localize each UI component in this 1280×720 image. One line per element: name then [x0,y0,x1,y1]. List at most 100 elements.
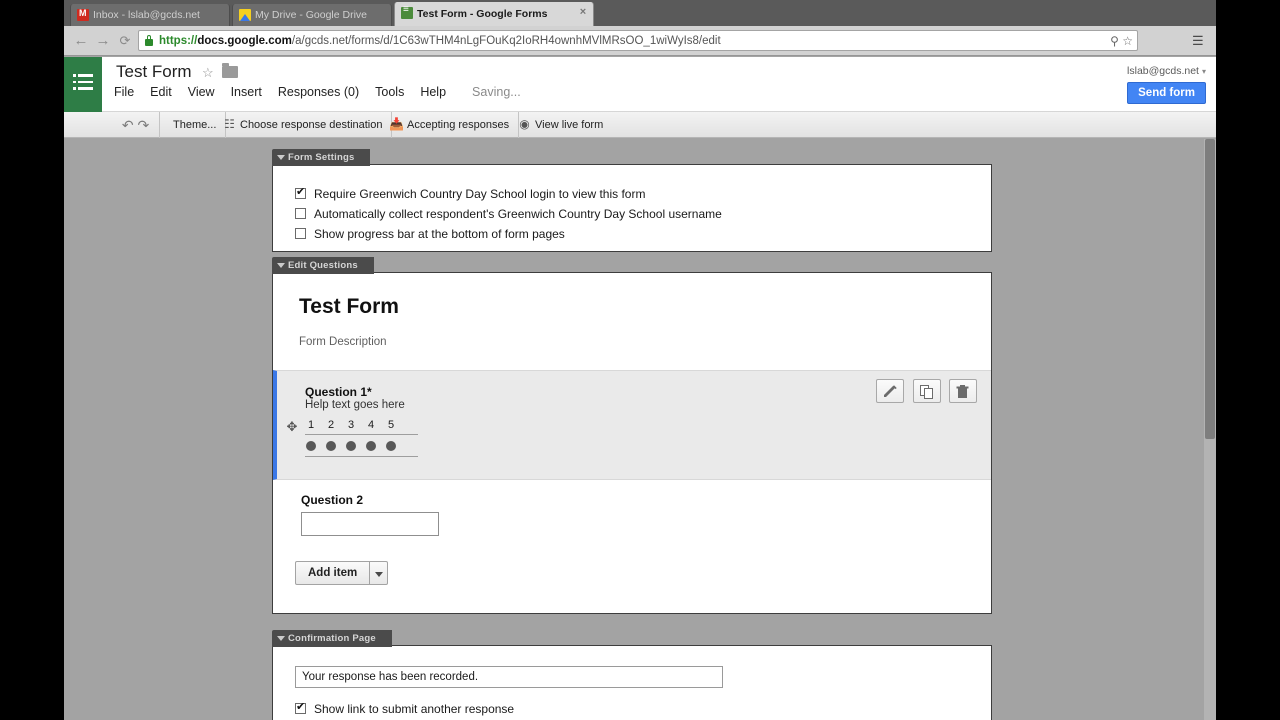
browser-tab-drive[interactable]: My Drive - Google Drive [232,4,392,26]
delete-question-button[interactable] [949,379,977,403]
form-header: Test Form Form Description [273,273,991,348]
choose-response-destination-label: Choose response destination [240,119,383,131]
question-item-1[interactable]: ✥ Question 1* Help text goes here 1 2 3 … [273,370,991,480]
checkbox-icon[interactable] [295,228,306,239]
question-item-2[interactable]: Question 2 [273,481,991,553]
browser-tab-inbox[interactable]: Inbox - lslab@gcds.net [70,4,230,26]
url-path: /a/gcds.net/forms/d/1C63wTHM4nLgFOuKq2Io… [291,35,721,47]
lock-icon [145,35,153,46]
menu-responses[interactable]: Responses (0) [278,85,359,99]
accepting-responses-button[interactable]: 📥 Accepting responses [383,112,520,138]
reload-icon[interactable]: ⟳ [116,32,134,50]
scale-label-5: 5 [387,419,395,431]
setting-label: Require Greenwich Country Day School log… [314,187,646,201]
drag-handle-icon[interactable]: ✥ [286,420,298,433]
radio-2[interactable] [326,441,336,451]
duplicate-question-button[interactable] [912,379,941,403]
question-2-title: Question 2 [301,493,364,507]
chevron-down-icon [277,636,285,641]
screen: Inbox - lslab@gcds.net My Drive - Google… [0,0,1280,720]
star-icon[interactable]: ☆ [1122,34,1133,48]
back-icon[interactable]: ← [72,32,90,50]
address-bar[interactable]: https://docs.google.com/a/gcds.net/forms… [138,30,1138,51]
add-item-group: Add item [295,561,389,585]
scale-label-3: 3 [347,419,355,431]
folder-icon[interactable] [222,63,238,78]
radio-4[interactable] [366,441,376,451]
confirmation-message-input[interactable]: Your response has been recorded. [295,666,723,688]
url-scheme: https:// [159,35,198,47]
duplicate-icon [919,385,933,399]
send-form-button[interactable]: Send form [1127,82,1206,104]
menu-view[interactable]: View [188,85,215,99]
menu-file[interactable]: File [114,85,134,99]
scale-labels: 1 2 3 4 5 [305,419,418,435]
menu-help[interactable]: Help [420,85,446,99]
setting-label: Automatically collect respondent's Green… [314,207,722,221]
account-email: lslab@gcds.net [1127,65,1199,77]
scale-label-2: 2 [327,419,335,431]
radio-5[interactable] [386,441,396,451]
radio-3[interactable] [346,441,356,451]
drive-icon [239,9,251,21]
eye-icon: ◉ [519,117,530,131]
forward-icon[interactable]: → [94,32,112,50]
url-host: docs.google.com [197,35,292,47]
browser-urlbar-row: ← → ⟳ https://docs.google.com/a/gcds.net… [64,26,1216,56]
scrollbar-thumb[interactable] [1205,139,1215,439]
forms-icon [401,4,413,19]
add-item-dropdown-arrow[interactable] [370,561,389,585]
question-2-text-input[interactable] [301,512,439,536]
browser-tab-label: Test Form - Google Forms [417,8,548,20]
browser-tab-label: My Drive - Google Drive [255,9,368,21]
search-icon[interactable]: ⚲ [1110,34,1119,48]
checkbox-checked-icon[interactable] [295,185,306,199]
browser-tabstrip: Inbox - lslab@gcds.net My Drive - Google… [64,0,1216,26]
chevron-down-icon: ▾ [1201,67,1206,76]
menu-insert[interactable]: Insert [231,85,262,99]
checkbox-icon[interactable] [295,208,306,219]
question-1-actions [872,379,977,403]
close-icon[interactable]: × [577,6,589,18]
menu-edit[interactable]: Edit [150,85,172,99]
address-bar-url: https://docs.google.com/a/gcds.net/forms… [159,31,721,52]
browser-tab-label: Inbox - lslab@gcds.net [93,9,200,21]
gmail-icon [77,7,89,21]
view-live-form-button[interactable]: ◉ View live form [511,112,612,138]
edit-question-button[interactable] [876,379,905,403]
checkbox-checked-icon[interactable] [295,700,306,714]
questions-panel: Edit Questions Test Form Form Descriptio… [272,257,992,614]
page-canvas: Form Settings Require Greenwich Country … [64,139,1216,720]
radio-1[interactable] [306,441,316,451]
account-menu[interactable]: lslab@gcds.net ▾ [1127,65,1206,77]
question-1-help-text: Help text goes here [305,399,405,411]
browser-tab-forms[interactable]: Test Form - Google Forms × [394,2,594,26]
accepting-responses-label: Accepting responses [407,119,510,131]
hamburger-menu-icon[interactable]: ☰ [1192,33,1206,49]
undo-redo-group: ↶ ↷ [112,112,160,138]
app-toolbar: ↶ ↷ Theme... ☷ Choose response destinati… [64,112,1216,138]
questions-panel-tab-label: Edit Questions [288,260,358,271]
page-scrollbar[interactable] [1204,139,1216,720]
choose-response-destination-button[interactable]: ☷ Choose response destination [216,112,393,138]
redo-icon[interactable]: ↷ [137,117,149,133]
undo-icon[interactable]: ↶ [122,117,134,133]
trash-icon [956,385,969,398]
menu-tools[interactable]: Tools [375,85,404,99]
star-icon[interactable]: ☆ [202,65,214,81]
page-title[interactable]: Test Form [116,62,192,82]
scale-radios [305,435,418,457]
form-title[interactable]: Test Form [299,295,965,319]
form-settings-panel-tab[interactable]: Form Settings [272,149,371,166]
confirmation-panel-tab[interactable]: Confirmation Page [272,630,392,647]
inbox-icon: 📥 [389,117,404,131]
questions-panel-tab[interactable]: Edit Questions [272,257,374,274]
form-description[interactable]: Form Description [299,336,965,348]
chevron-down-icon [277,155,285,160]
view-live-form-label: View live form [535,119,604,131]
confirmation-option-label: Show link to submit another response [314,702,515,716]
form-settings-panel: Form Settings Require Greenwich Country … [272,149,992,252]
omnibox-icons: ⚲ ☆ [1110,34,1133,48]
add-item-button[interactable]: Add item [295,561,371,585]
question-1-title: Question 1* [305,385,372,399]
